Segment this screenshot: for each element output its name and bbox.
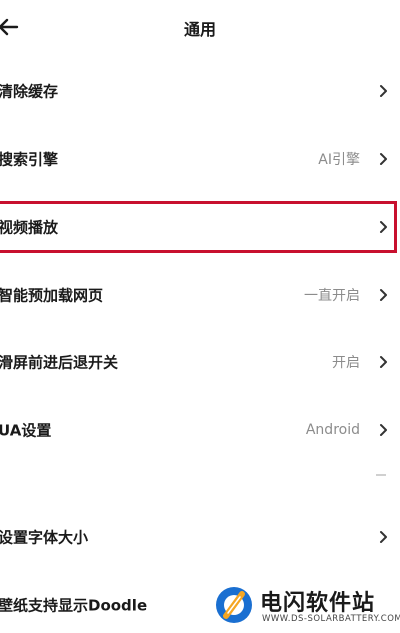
setting-label: 设置字体大小 (0, 528, 89, 547)
setting-value: 一直开启 (304, 288, 360, 304)
setting-label: 搜索引擎 (0, 150, 59, 169)
setting-value: 开启 (332, 355, 360, 371)
setting-value: AI引擎 (318, 152, 360, 168)
setting-search-engine[interactable]: 搜索引擎 AI引擎 (0, 131, 400, 187)
setting-swipe-navigation[interactable]: 滑屏前进后退开关 开启 (0, 334, 400, 390)
chevron-right-icon (380, 531, 387, 543)
setting-label: 视频播放 (0, 218, 59, 237)
setting-video-playback[interactable]: 视频播放 (0, 199, 400, 255)
setting-label: 滑屏前进后退开关 (0, 353, 119, 372)
setting-label: 壁纸支持显示Doodle (0, 596, 148, 615)
setting-smart-preload[interactable]: 智能预加载网页 一直开启 (0, 267, 400, 323)
watermark-name: 电闪软件站 (260, 591, 376, 616)
watermark-url: WWW.DS-SOLARBATTERY.COM (262, 614, 400, 624)
setting-value: Android (305, 422, 360, 438)
header-bar: 通用 (0, 0, 400, 56)
setting-label: 清除缓存 (0, 82, 59, 101)
chevron-right-icon (380, 289, 387, 301)
setting-ua[interactable]: UA设置 Android (0, 402, 400, 458)
setting-clear-cache[interactable]: 清除缓存 (0, 63, 400, 119)
watermark: 电闪软件站 WWW.DS-SOLARBATTERY.COM (200, 578, 400, 632)
chevron-right-icon (380, 424, 387, 436)
setting-font-size[interactable]: 设置字体大小 (0, 509, 400, 565)
setting-label: UA设置 (0, 421, 52, 440)
page-title: 通用 (183, 20, 216, 39)
setting-label: 智能预加载网页 (0, 286, 104, 305)
chevron-right-icon (380, 153, 387, 165)
chevron-right-icon (380, 356, 387, 368)
divider (376, 474, 386, 476)
logo-icon (216, 587, 252, 623)
chevron-right-icon (380, 221, 387, 233)
chevron-right-icon (380, 85, 387, 97)
